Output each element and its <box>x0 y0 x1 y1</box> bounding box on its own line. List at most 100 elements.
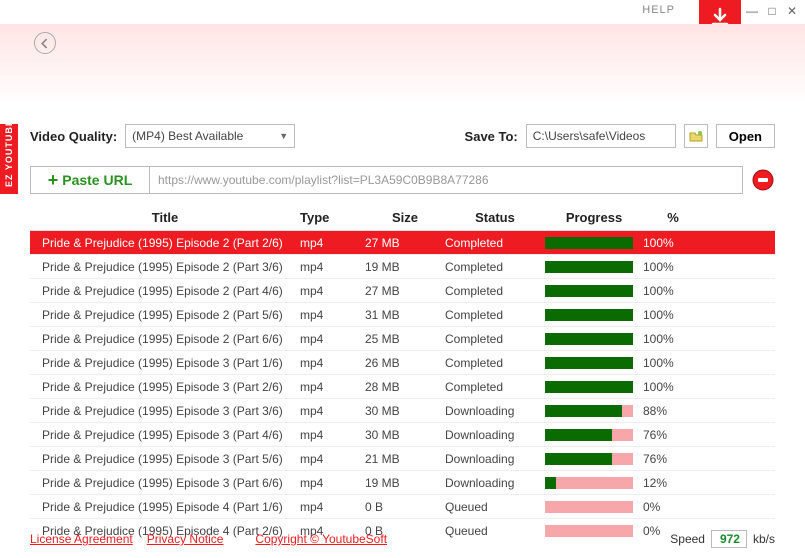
cell-progress <box>545 357 643 369</box>
copyright-link[interactable]: Copyright © YoutubeSoft <box>255 532 387 546</box>
cell-progress <box>545 261 643 273</box>
close-button[interactable]: ✕ <box>785 4 799 18</box>
privacy-link[interactable]: Privacy Notice <box>147 532 224 546</box>
title-bar: HELP — □ ✕ <box>0 0 805 24</box>
col-progress: Progress <box>545 210 643 225</box>
cell-size: 26 MB <box>365 356 445 370</box>
help-link[interactable]: HELP <box>642 4 675 16</box>
cell-progress <box>545 477 643 489</box>
table-row[interactable]: Pride & Prejudice (1995) Episode 3 (Part… <box>30 399 775 423</box>
cell-title: Pride & Prejudice (1995) Episode 3 (Part… <box>30 452 300 466</box>
cell-pct: 100% <box>643 236 703 250</box>
cell-status: Completed <box>445 260 545 274</box>
license-link[interactable]: License Agreement <box>30 532 133 546</box>
cell-status: Completed <box>445 380 545 394</box>
cell-type: mp4 <box>300 260 365 274</box>
table-row[interactable]: Pride & Prejudice (1995) Episode 3 (Part… <box>30 471 775 495</box>
cell-type: mp4 <box>300 380 365 394</box>
cell-size: 28 MB <box>365 380 445 394</box>
cell-title: Pride & Prejudice (1995) Episode 3 (Part… <box>30 404 300 418</box>
options-row: Video Quality: (MP4) Best Available ▼ Sa… <box>0 124 805 148</box>
open-folder-button[interactable]: Open <box>716 124 775 148</box>
cell-status: Downloading <box>445 428 545 442</box>
browse-folder-button[interactable] <box>684 124 708 148</box>
video-quality-label: Video Quality: <box>30 129 117 144</box>
cell-status: Downloading <box>445 404 545 418</box>
cell-type: mp4 <box>300 500 365 514</box>
col-size: Size <box>365 210 445 225</box>
cell-progress <box>545 381 643 393</box>
save-to-path[interactable]: C:\Users\safe\Videos <box>526 124 676 148</box>
cell-size: 19 MB <box>365 476 445 490</box>
maximize-button[interactable]: □ <box>765 4 779 18</box>
cell-status: Completed <box>445 356 545 370</box>
cell-pct: 100% <box>643 308 703 322</box>
cell-pct: 100% <box>643 356 703 370</box>
cell-type: mp4 <box>300 404 365 418</box>
cell-pct: 88% <box>643 404 703 418</box>
cell-size: 19 MB <box>365 260 445 274</box>
cell-size: 0 B <box>365 500 445 514</box>
save-to-label: Save To: <box>465 129 518 144</box>
table-row[interactable]: Pride & Prejudice (1995) Episode 2 (Part… <box>30 279 775 303</box>
cell-type: mp4 <box>300 236 365 250</box>
col-title: Title <box>30 210 300 225</box>
paste-url-button[interactable]: + Paste URL <box>30 166 150 194</box>
table-row[interactable]: Pride & Prejudice (1995) Episode 3 (Part… <box>30 375 775 399</box>
stop-button[interactable] <box>751 168 775 192</box>
speed-unit: kb/s <box>753 532 775 546</box>
cell-type: mp4 <box>300 308 365 322</box>
cell-pct: 100% <box>643 380 703 394</box>
cell-type: mp4 <box>300 332 365 346</box>
col-pct: % <box>643 210 703 225</box>
table-header: Title Type Size Status Progress % <box>30 204 775 230</box>
cell-status: Completed <box>445 236 545 250</box>
cell-progress <box>545 405 643 417</box>
table-row[interactable]: Pride & Prejudice (1995) Episode 3 (Part… <box>30 447 775 471</box>
url-row: + Paste URL https://www.youtube.com/play… <box>0 166 805 194</box>
cell-status: Completed <box>445 308 545 322</box>
cell-progress <box>545 501 643 513</box>
cell-pct: 100% <box>643 332 703 346</box>
minimize-button[interactable]: — <box>745 4 759 18</box>
footer: License Agreement Privacy Notice Copyrig… <box>30 530 775 548</box>
cell-size: 21 MB <box>365 452 445 466</box>
cell-progress <box>545 285 643 297</box>
cell-type: mp4 <box>300 356 365 370</box>
downloads-table: Title Type Size Status Progress % Pride … <box>30 204 775 540</box>
cell-type: mp4 <box>300 452 365 466</box>
cell-progress <box>545 453 643 465</box>
video-quality-value: (MP4) Best Available <box>132 129 243 143</box>
table-row[interactable]: Pride & Prejudice (1995) Episode 2 (Part… <box>30 231 775 255</box>
header-band <box>0 24 805 124</box>
cell-pct: 12% <box>643 476 703 490</box>
plus-icon: + <box>48 170 59 191</box>
table-row[interactable]: Pride & Prejudice (1995) Episode 2 (Part… <box>30 255 775 279</box>
cell-progress <box>545 429 643 441</box>
cell-title: Pride & Prejudice (1995) Episode 3 (Part… <box>30 476 300 490</box>
cell-progress <box>545 309 643 321</box>
cell-title: Pride & Prejudice (1995) Episode 3 (Part… <box>30 428 300 442</box>
cell-title: Pride & Prejudice (1995) Episode 4 (Part… <box>30 500 300 514</box>
table-row[interactable]: Pride & Prejudice (1995) Episode 2 (Part… <box>30 303 775 327</box>
cell-progress <box>545 333 643 345</box>
paste-url-label: Paste URL <box>62 172 132 188</box>
col-type: Type <box>300 210 365 225</box>
table-row[interactable]: Pride & Prejudice (1995) Episode 3 (Part… <box>30 351 775 375</box>
table-row[interactable]: Pride & Prejudice (1995) Episode 4 (Part… <box>30 495 775 519</box>
cell-pct: 76% <box>643 452 703 466</box>
cell-size: 30 MB <box>365 404 445 418</box>
cell-title: Pride & Prejudice (1995) Episode 2 (Part… <box>30 332 300 346</box>
table-row[interactable]: Pride & Prejudice (1995) Episode 2 (Part… <box>30 327 775 351</box>
cell-status: Queued <box>445 500 545 514</box>
table-row[interactable]: Pride & Prejudice (1995) Episode 3 (Part… <box>30 423 775 447</box>
cell-size: 31 MB <box>365 308 445 322</box>
cell-size: 25 MB <box>365 332 445 346</box>
speed-readout: Speed 972 kb/s <box>670 530 775 548</box>
cell-status: Completed <box>445 332 545 346</box>
url-input[interactable]: https://www.youtube.com/playlist?list=PL… <box>150 166 743 194</box>
cell-size: 27 MB <box>365 284 445 298</box>
cell-type: mp4 <box>300 428 365 442</box>
video-quality-select[interactable]: (MP4) Best Available ▼ <box>125 124 295 148</box>
back-button[interactable] <box>34 32 56 54</box>
